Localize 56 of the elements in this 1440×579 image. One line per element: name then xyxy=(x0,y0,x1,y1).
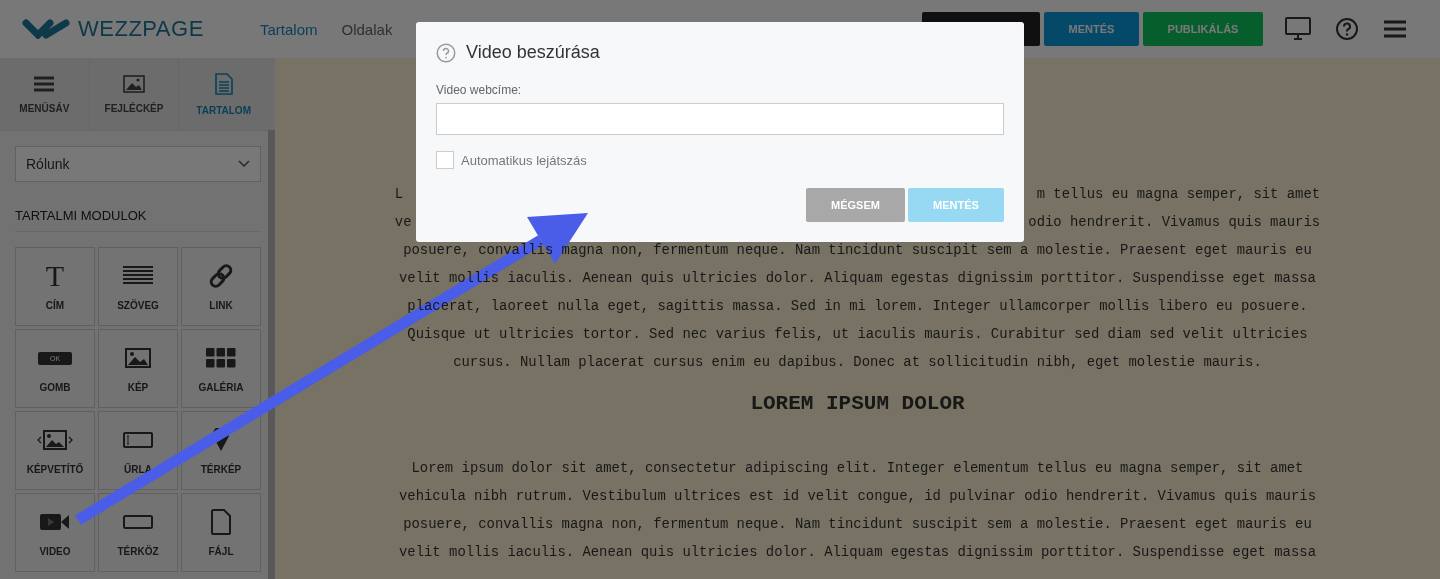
link-icon xyxy=(208,263,234,289)
chevron-down-icon xyxy=(238,160,250,168)
paragraph-line: m tellus eu magna semper, sit amet xyxy=(1036,185,1321,204)
page-select[interactable]: Rólunk xyxy=(15,146,261,182)
paragraph-line: cursus. Nullam placerat cursus enim eu dapibus. Donec at sollicitudin nibh, eget molestie mauris. xyxy=(453,353,1262,372)
checkbox-label: Automatikus lejátszás xyxy=(461,152,587,168)
nav-link[interactable]: Oldalak xyxy=(341,20,393,38)
image-icon xyxy=(123,74,145,93)
text-field-icon xyxy=(123,432,153,448)
sidebar-tab[interactable]: FEJLÉCKÉP xyxy=(89,58,180,130)
sidebar-tab[interactable]: TARTALOM xyxy=(179,58,268,130)
paragraph-line: L xyxy=(394,185,404,204)
document-icon xyxy=(214,72,233,95)
paragraph-line: ve xyxy=(394,213,412,232)
section-title: TARTALMI MODULOK xyxy=(15,208,261,232)
menu-icon[interactable] xyxy=(1383,19,1407,39)
help-icon[interactable] xyxy=(1335,17,1359,41)
video-camera-icon xyxy=(40,513,70,531)
image-icon xyxy=(125,348,151,368)
image-carousel-icon xyxy=(37,430,73,450)
module-tile[interactable]: TÉRKÖZ xyxy=(98,493,178,572)
module-tile[interactable]: T CÍM xyxy=(15,247,95,326)
module-tile[interactable]: SZÖVEG xyxy=(98,247,178,326)
sidebar-tab[interactable]: MENÜSÁV xyxy=(0,58,90,130)
logo-text: WEZZPAGE xyxy=(78,16,204,42)
module-tile[interactable]: FÁJL xyxy=(181,493,261,572)
module-tile[interactable]: KÉPVETÍTŐ xyxy=(15,411,95,490)
title-icon: T xyxy=(45,261,65,291)
text-lines-icon xyxy=(123,266,153,286)
paragraph-line: posuere, convallis magna non, fermentum neque. Nam tincidunt suscipit sem a molestie. Praesent eget mauris eu xyxy=(403,515,1312,534)
module-tile[interactable]: ŰRLA xyxy=(98,411,178,490)
file-icon xyxy=(211,509,231,535)
dialog-title: Video beszúrása xyxy=(466,42,600,63)
grid-icon xyxy=(206,348,236,368)
monitor-icon[interactable] xyxy=(1285,17,1311,41)
autoplay-checkbox[interactable] xyxy=(436,151,454,169)
paragraph-line: Quisque ut ultricies tortor. Sed nec varius felis, ut iaculis mauris. Curabitur sed diam sed velit ultricies xyxy=(407,325,1308,344)
paragraph-line: odio hendrerit. Vivamus quis mauris xyxy=(1028,213,1321,232)
paragraph-line: Lorem ipsum dolor sit amet, consectetur adipiscing elit. Integer elementum tellus eu magna semper, sit amet xyxy=(411,459,1304,478)
paragraph-line: velit mollis iaculis. Aenean quis ultricies dolor. Aliquam egestas dignissim porttitor. Suspendisse eget massa xyxy=(399,543,1316,562)
scrollbar[interactable] xyxy=(268,130,275,579)
module-tile[interactable]: LINK xyxy=(181,247,261,326)
module-tile[interactable]: GALÉRIA xyxy=(181,329,261,408)
logo-icon xyxy=(22,19,72,39)
module-tile[interactable]: KÉP xyxy=(98,329,178,408)
url-input-field[interactable] xyxy=(436,103,1004,135)
module-tile[interactable]: VIDEO xyxy=(15,493,95,572)
save-button[interactable]: MENTÉS xyxy=(1044,12,1139,46)
menu-icon xyxy=(33,74,56,93)
field-label: Video webcíme: xyxy=(436,83,523,97)
section-heading: LOREM IPSUM DOLOR xyxy=(750,391,965,417)
paragraph-line: vehicula nibh rutrum. Vestibulum ultrices est id velit congue, id pulvinar odio hendrerit. Vivamus quis mauris xyxy=(399,487,1316,506)
help-icon xyxy=(436,42,456,63)
nav-link[interactable]: Tartalom xyxy=(260,20,318,38)
cancel-button[interactable]: MÉGSEM xyxy=(806,188,905,222)
spacer-icon xyxy=(123,515,153,529)
